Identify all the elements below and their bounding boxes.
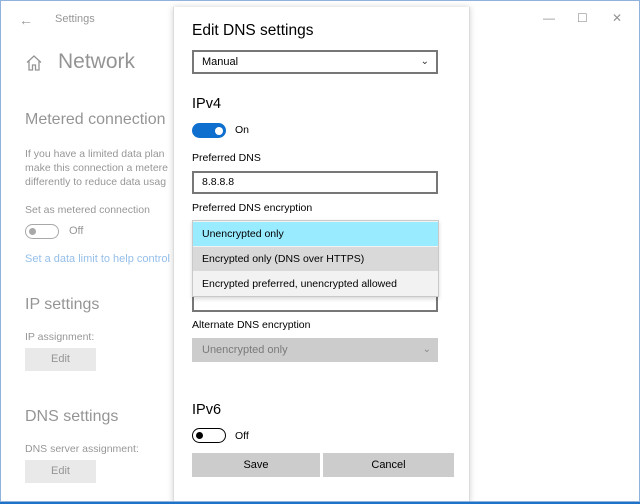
metered-toggle[interactable] xyxy=(25,224,59,239)
dialog-title: Edit DNS settings xyxy=(192,22,314,39)
alternate-encryption-select: Unencrypted only ⌄ xyxy=(192,338,438,362)
metered-label: Set as metered connection xyxy=(25,204,150,216)
alternate-encryption-label: Alternate DNS encryption xyxy=(192,319,311,331)
settings-window: ← Settings — ☐ ✕ Network Metered connect… xyxy=(0,0,640,502)
chevron-down-icon: ⌄ xyxy=(420,56,429,67)
preferred-dns-input[interactable]: 8.8.8.8 xyxy=(192,171,438,194)
maximize-icon[interactable]: ☐ xyxy=(577,11,588,25)
ipv6-heading: IPv6 xyxy=(192,402,222,418)
encryption-option-unencrypted[interactable]: Unencrypted only xyxy=(193,222,438,246)
page-title: Network xyxy=(58,50,136,73)
cancel-button[interactable]: Cancel xyxy=(323,453,454,477)
metered-description: If you have a limited data plan make thi… xyxy=(25,148,168,188)
ipv6-toggle[interactable] xyxy=(192,428,226,443)
dns-edit-button[interactable]: Edit xyxy=(25,460,96,483)
chevron-down-icon: ⌄ xyxy=(422,344,431,355)
preferred-encryption-dropdown[interactable]: Unencrypted only Encrypted only (DNS ove… xyxy=(192,220,439,297)
encryption-option-encrypted-only[interactable]: Encrypted only (DNS over HTTPS) xyxy=(193,247,438,271)
preferred-dns-label: Preferred DNS xyxy=(192,152,261,164)
encryption-option-encrypted-preferred[interactable]: Encrypted preferred, unencrypted allowed xyxy=(193,272,438,296)
ip-settings-heading: IP settings xyxy=(25,296,100,313)
metered-toggle-state: Off xyxy=(69,225,84,237)
metered-heading: Metered connection xyxy=(25,111,166,128)
dns-mode-value: Manual xyxy=(202,56,239,68)
ipv4-heading: IPv4 xyxy=(192,96,222,112)
minimize-icon[interactable]: — xyxy=(543,11,555,25)
edit-dns-dialog: Edit DNS settings Manual ⌄ IPv4 On Prefe… xyxy=(173,7,470,501)
window-title: Settings xyxy=(55,13,95,25)
save-button[interactable]: Save xyxy=(192,453,320,477)
ip-edit-button[interactable]: Edit xyxy=(25,348,96,371)
ipv4-toggle-state: On xyxy=(235,124,250,136)
alternate-encryption-value: Unencrypted only xyxy=(202,344,288,356)
preferred-encryption-label: Preferred DNS encryption xyxy=(192,202,313,214)
dns-settings-heading: DNS settings xyxy=(25,408,119,425)
dns-mode-select[interactable]: Manual ⌄ xyxy=(192,50,438,74)
back-arrow-icon[interactable]: ← xyxy=(19,12,33,28)
data-limit-link[interactable]: Set a data limit to help control xyxy=(25,253,170,265)
ipv4-toggle[interactable] xyxy=(192,123,226,138)
ip-assignment-label: IP assignment: xyxy=(25,331,95,343)
close-icon[interactable]: ✕ xyxy=(612,11,622,25)
dns-assignment-label: DNS server assignment: xyxy=(25,443,139,455)
ipv6-toggle-state: Off xyxy=(235,430,249,442)
home-icon[interactable] xyxy=(25,54,43,72)
